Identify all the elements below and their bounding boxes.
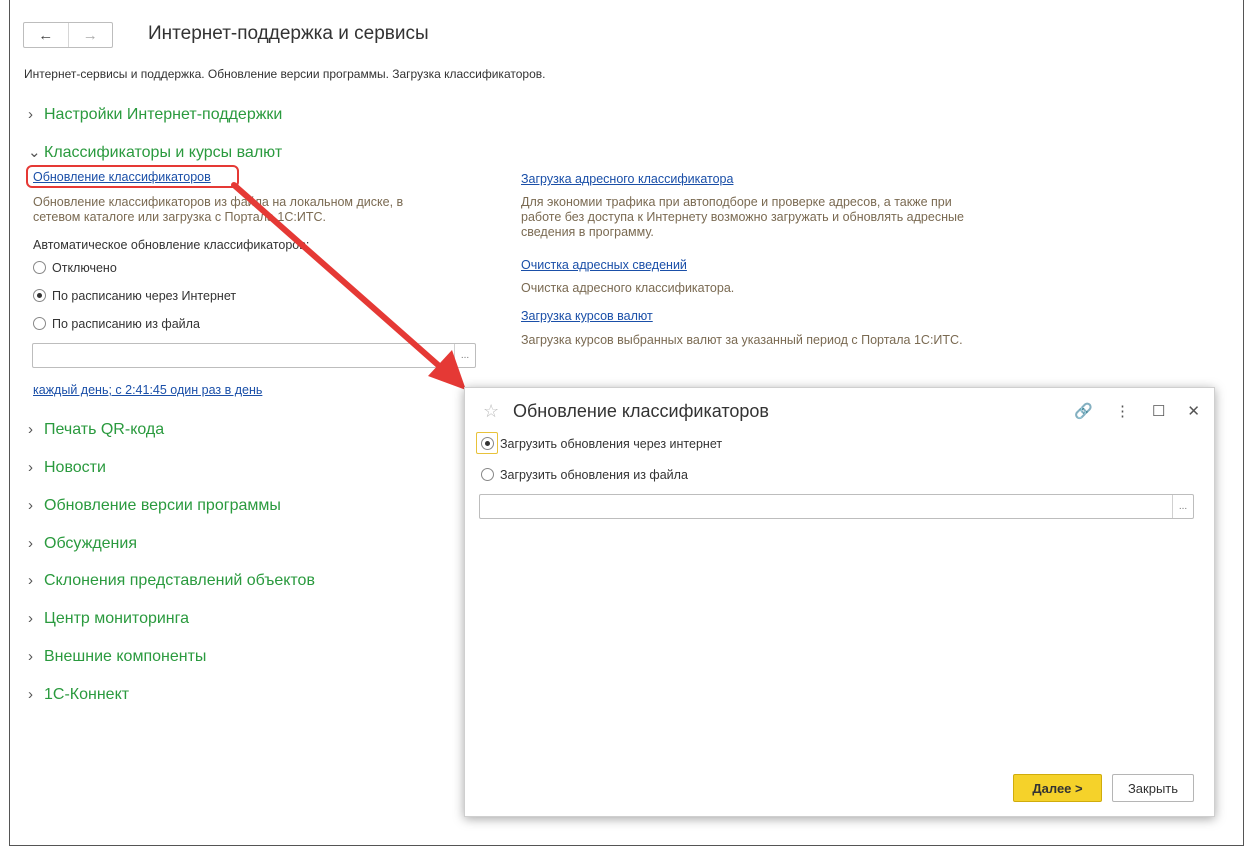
- link-icon[interactable]: 🔗: [1074, 402, 1093, 420]
- dialog-file-input[interactable]: ...: [479, 494, 1194, 519]
- arrow-head: [428, 350, 466, 390]
- dialog-toolbar: 🔗 ⋮ ☐ ✕: [1074, 402, 1200, 420]
- dialog-radio-file[interactable]: Загрузить обновления из файла: [481, 468, 688, 482]
- radio-icon: [481, 468, 494, 481]
- dialog-browse-button[interactable]: ...: [1172, 495, 1193, 518]
- update-classifiers-dialog: ☆ Обновление классификаторов 🔗 ⋮ ☐ ✕ Заг…: [464, 387, 1215, 817]
- radio-selected-icon: [481, 437, 494, 450]
- arrow-shaft: [231, 182, 449, 375]
- dialog-radio-internet[interactable]: Загрузить обновления через интернет: [481, 437, 722, 451]
- close-icon[interactable]: ✕: [1187, 402, 1200, 420]
- more-icon[interactable]: ⋮: [1115, 402, 1130, 420]
- next-button[interactable]: Далее >: [1013, 774, 1102, 802]
- star-icon[interactable]: ☆: [483, 401, 499, 422]
- maximize-icon[interactable]: ☐: [1152, 402, 1165, 420]
- close-button[interactable]: Закрыть: [1112, 774, 1194, 802]
- dialog-title: Обновление классификаторов: [513, 401, 769, 421]
